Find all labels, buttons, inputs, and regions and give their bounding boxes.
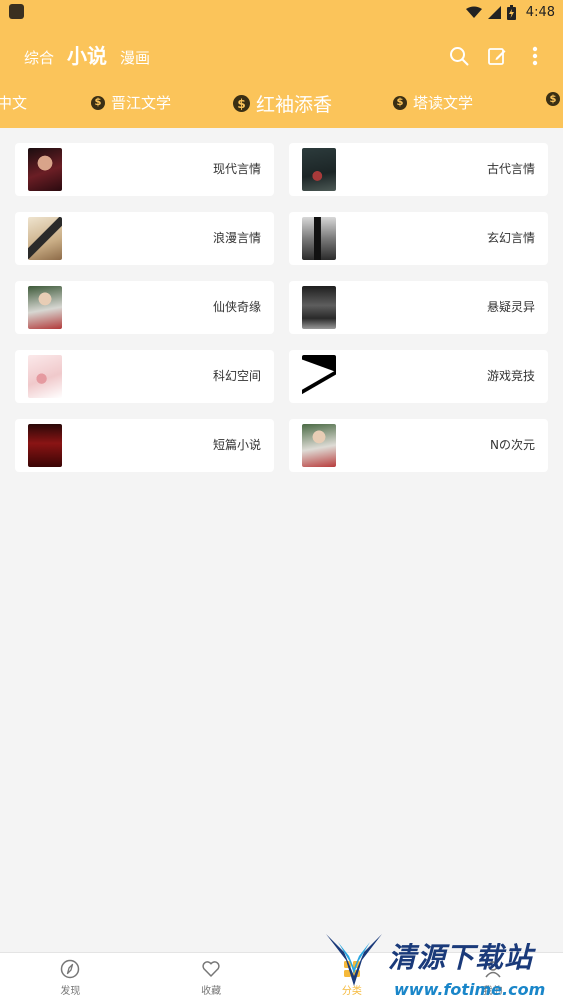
source-label: 塔读文学 (413, 94, 474, 112)
category-card-scifi[interactable]: 科幻空间 (15, 350, 274, 403)
cover-thumbnail (302, 286, 336, 329)
bottom-tab-favorites[interactable]: 收藏 (141, 953, 282, 1003)
source-tab-next[interactable]: $ (546, 92, 560, 106)
bottom-tab-discover[interactable]: 发现 (0, 953, 141, 1003)
category-card-fantasy-romance[interactable]: 玄幻言情 (289, 212, 548, 265)
watermark-title: 清源下载站 (388, 941, 534, 974)
watermark-url: www.fotime.com (394, 980, 546, 999)
status-bar: 4:48 (0, 0, 563, 24)
battery-icon (506, 4, 516, 20)
signal-icon (487, 5, 501, 19)
category-label: 短篇小说 (212, 438, 261, 452)
tab-novel[interactable]: 小说 (67, 40, 107, 69)
source-tab-tadu[interactable]: $ 塔读文学 (393, 92, 473, 113)
category-label: 悬疑灵异 (486, 300, 535, 314)
app-notification-icon (9, 4, 24, 19)
cover-thumbnail (28, 148, 62, 191)
category-label: 玄幻言情 (486, 231, 535, 245)
more-vert-icon[interactable] (525, 44, 545, 68)
source-tabs: 中文 $ 晋江文学 $ 红袖添香 $ 塔读文学 $ (0, 92, 563, 120)
category-card-modern-romance[interactable]: 现代言情 (15, 143, 274, 196)
category-card-ancient-romance[interactable]: 古代言情 (289, 143, 548, 196)
source-tab-zhongwen[interactable]: 中文 (0, 92, 27, 113)
watermark-overlay: 清源下载站 www.fotime.com (324, 928, 556, 1002)
cover-thumbnail (28, 217, 62, 260)
coin-icon: $ (91, 95, 105, 110)
category-card-xianxia[interactable]: 仙侠奇缘 (15, 281, 274, 334)
category-grid: 现代言情 古代言情 浪漫言情 玄幻言情 仙侠奇缘 悬疑灵异 科幻空间 游戏竞技 … (15, 143, 548, 472)
coin-icon: $ (393, 95, 407, 110)
category-card-romantic[interactable]: 浪漫言情 (15, 212, 274, 265)
category-label: Nの次元 (490, 438, 535, 452)
category-label: 科幻空间 (212, 369, 261, 383)
cover-thumbnail (302, 424, 336, 467)
category-label: 浪漫言情 (212, 231, 261, 245)
source-label: 红袖添香 (256, 94, 333, 116)
watermark-logo-icon (326, 934, 382, 986)
status-icons: 4:48 (465, 2, 555, 22)
source-tab-jinjiang[interactable]: $ 晋江文学 (91, 92, 171, 113)
cover-thumbnail (28, 286, 62, 329)
compass-icon (61, 959, 80, 979)
coin-icon: $ (233, 95, 250, 112)
source-label: 中文 (0, 94, 28, 112)
cover-thumbnail (302, 355, 336, 398)
coin-icon: $ (546, 92, 560, 106)
bottom-tab-label: 收藏 (201, 986, 222, 997)
cover-thumbnail (28, 355, 62, 398)
source-tab-hongxiu[interactable]: $ 红袖添香 (233, 90, 332, 117)
category-card-gaming[interactable]: 游戏竞技 (289, 350, 548, 403)
category-label: 仙侠奇缘 (212, 300, 261, 314)
edit-icon[interactable] (487, 44, 507, 68)
header-toolbar (449, 44, 545, 68)
top-nav-tabs: 综合 小说 漫画 (24, 40, 150, 69)
search-icon[interactable] (449, 44, 469, 68)
cover-thumbnail (28, 424, 62, 467)
tab-comic[interactable]: 漫画 (120, 47, 150, 68)
status-time: 4:48 (525, 4, 555, 20)
category-label: 古代言情 (486, 162, 535, 176)
cover-thumbnail (302, 148, 336, 191)
category-card-short-story[interactable]: 短篇小说 (15, 419, 274, 472)
app-header: 4:48 综合 小说 漫画 中文 $ 晋江文学 $ 红袖添香 $ 塔读文学 $ (0, 0, 563, 128)
bottom-tab-label: 发现 (60, 986, 81, 997)
cover-thumbnail (302, 217, 336, 260)
heart-icon (202, 961, 220, 977)
category-label: 游戏竞技 (486, 369, 535, 383)
category-card-mystery[interactable]: 悬疑灵异 (289, 281, 548, 334)
category-label: 现代言情 (212, 162, 261, 176)
source-label: 晋江文学 (111, 94, 172, 112)
category-card-n-dimension[interactable]: Nの次元 (289, 419, 548, 472)
wifi-icon (465, 6, 482, 18)
tab-general[interactable]: 综合 (24, 47, 54, 68)
